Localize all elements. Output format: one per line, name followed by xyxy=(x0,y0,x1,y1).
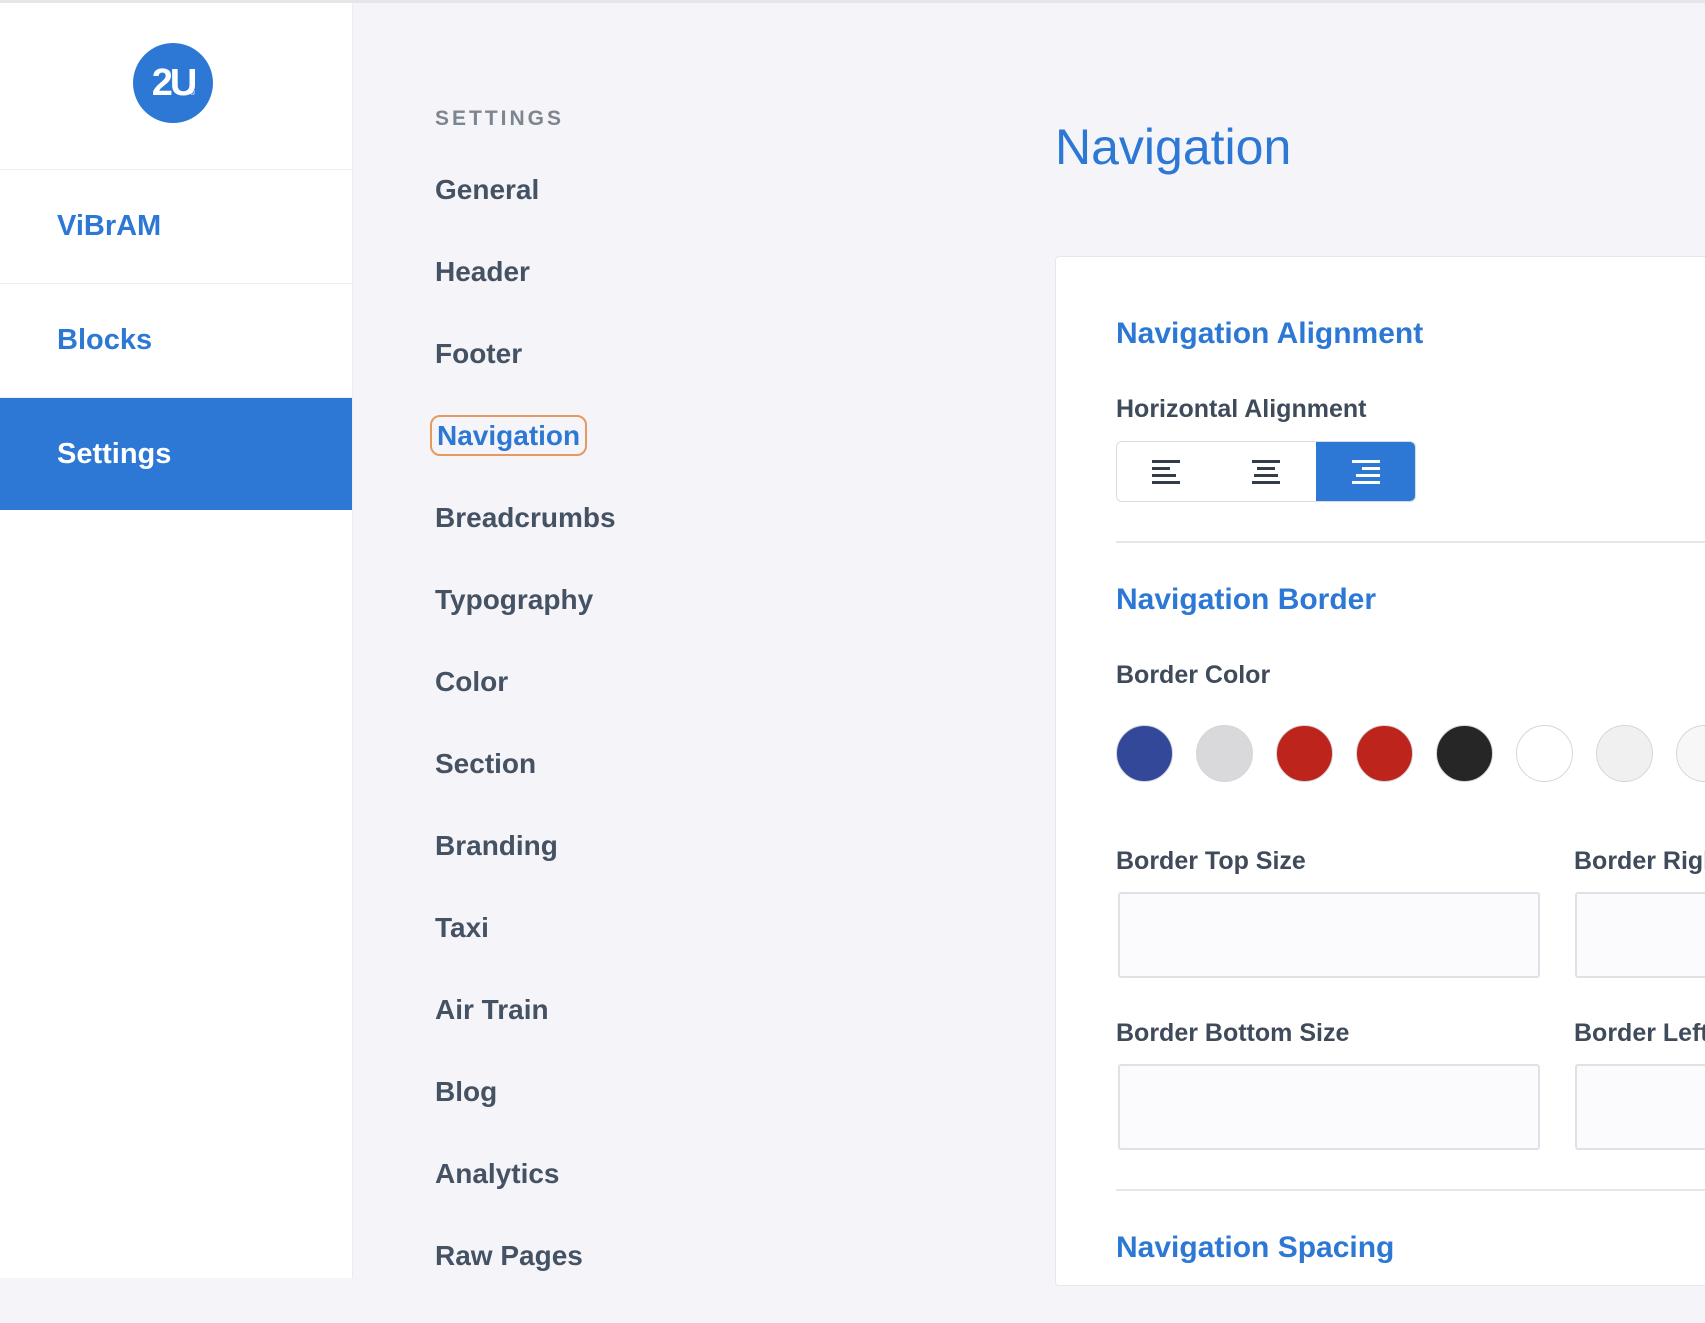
navigation-spacing-title: Navigation Spacing xyxy=(1116,1231,1395,1264)
subnav-item-label: Navigation xyxy=(429,415,588,456)
align-left-button[interactable] xyxy=(1117,442,1217,501)
sidebar-item-settings[interactable]: Settings xyxy=(0,398,352,510)
subnav-item-breadcrumbs[interactable]: Breadcrumbs xyxy=(435,503,935,585)
subnav-item-label: Air Train xyxy=(435,994,549,1025)
navigation-border-title: Navigation Border xyxy=(1116,583,1377,616)
subnav-item-label: Raw Pages xyxy=(435,1240,583,1271)
color-swatch[interactable] xyxy=(1276,725,1333,782)
subnav-item-analytics[interactable]: Analytics xyxy=(435,1159,935,1241)
subnav-item-label: Typography xyxy=(435,584,594,615)
border-left-size-input[interactable] xyxy=(1575,1064,1705,1150)
registered-mark: ® xyxy=(189,90,195,97)
border-color-swatches xyxy=(1116,725,1705,783)
navigation-alignment-title: Navigation Alignment xyxy=(1116,317,1424,350)
subnav-item-label: Header xyxy=(435,256,530,287)
color-swatch[interactable] xyxy=(1116,725,1173,782)
subnav-item-navigation[interactable]: Navigation xyxy=(429,415,935,503)
subnav-item-label: Breadcrumbs xyxy=(435,502,616,533)
align-center-button[interactable] xyxy=(1216,442,1316,501)
section-divider xyxy=(1116,1189,1705,1191)
color-swatch[interactable] xyxy=(1436,725,1493,782)
horizontal-alignment-control xyxy=(1116,441,1416,502)
color-swatch[interactable] xyxy=(1596,725,1653,782)
subnav-item-label: General xyxy=(435,174,540,205)
logo-text: 2U xyxy=(151,61,198,104)
horizontal-alignment-label: Horizontal Alignment xyxy=(1116,395,1367,423)
border-bottom-size-input[interactable] xyxy=(1118,1064,1540,1150)
sidebar-item-blocks[interactable]: Blocks xyxy=(0,284,352,398)
sidebar-item-vibram[interactable]: ViBrAM xyxy=(0,170,352,284)
border-top-size-label: Border Top Size xyxy=(1116,847,1306,875)
sidebar-item-label: Blocks xyxy=(57,324,153,356)
border-right-size-label: Border Righ xyxy=(1574,847,1705,875)
subnav-item-section[interactable]: Section xyxy=(435,749,935,831)
align-right-button[interactable] xyxy=(1315,442,1415,501)
border-bottom-size-label: Border Bottom Size xyxy=(1116,1019,1350,1047)
subnav-item-label: Color xyxy=(435,666,509,697)
app-sidebar: 2U ® ViBrAM Blocks Settings xyxy=(0,3,353,1278)
align-center-icon xyxy=(1251,459,1280,484)
border-left-size-label: Border Left xyxy=(1574,1019,1705,1047)
align-right-icon xyxy=(1352,459,1381,484)
subnav-item-general[interactable]: General xyxy=(435,175,935,257)
subnav-item-label: Analytics xyxy=(435,1158,560,1189)
color-swatch[interactable] xyxy=(1356,725,1413,782)
sidebar-item-label: Settings xyxy=(57,437,172,470)
subnav-heading: SETTINGS xyxy=(435,107,565,130)
subnav-item-label: Blog xyxy=(435,1076,498,1107)
color-swatch[interactable] xyxy=(1516,725,1573,782)
subnav-item-label: Taxi xyxy=(435,912,489,943)
color-swatch[interactable] xyxy=(1196,725,1253,782)
page-title: Navigation xyxy=(1055,119,1292,175)
subnav-item-branding[interactable]: Branding xyxy=(435,831,935,913)
border-top-size-input[interactable] xyxy=(1118,892,1540,978)
subnav-item-footer[interactable]: Footer xyxy=(435,339,935,421)
subnav-list: General Header Footer Navigation Breadcr… xyxy=(429,175,935,1323)
subnav-item-raw-pages[interactable]: Raw Pages xyxy=(435,1241,935,1323)
border-right-size-input[interactable] xyxy=(1575,892,1705,978)
subnav-item-typography[interactable]: Typography xyxy=(435,585,935,667)
subnav-item-color[interactable]: Color xyxy=(435,667,935,749)
settings-subnav: SETTINGS General Header Footer Navigatio… xyxy=(429,104,935,1323)
subnav-item-blog[interactable]: Blog xyxy=(435,1077,935,1159)
color-swatch[interactable] xyxy=(1676,725,1705,782)
subnav-item-label: Footer xyxy=(435,338,523,369)
logo-area: 2U ® xyxy=(0,3,352,170)
subnav-item-label: Branding xyxy=(435,830,558,861)
subnav-item-header[interactable]: Header xyxy=(435,257,935,339)
align-left-icon xyxy=(1151,459,1180,484)
subnav-item-air-train[interactable]: Air Train xyxy=(435,995,935,1077)
subnav-item-label: Section xyxy=(435,748,537,779)
section-divider xyxy=(1116,541,1705,543)
border-color-label: Border Color xyxy=(1116,661,1271,689)
sidebar-item-label: ViBrAM xyxy=(57,210,162,242)
subnav-item-taxi[interactable]: Taxi xyxy=(435,913,935,995)
brand-logo[interactable]: 2U ® xyxy=(133,43,213,123)
settings-panel: Navigation Alignment Horizontal Alignmen… xyxy=(1055,256,1705,1286)
